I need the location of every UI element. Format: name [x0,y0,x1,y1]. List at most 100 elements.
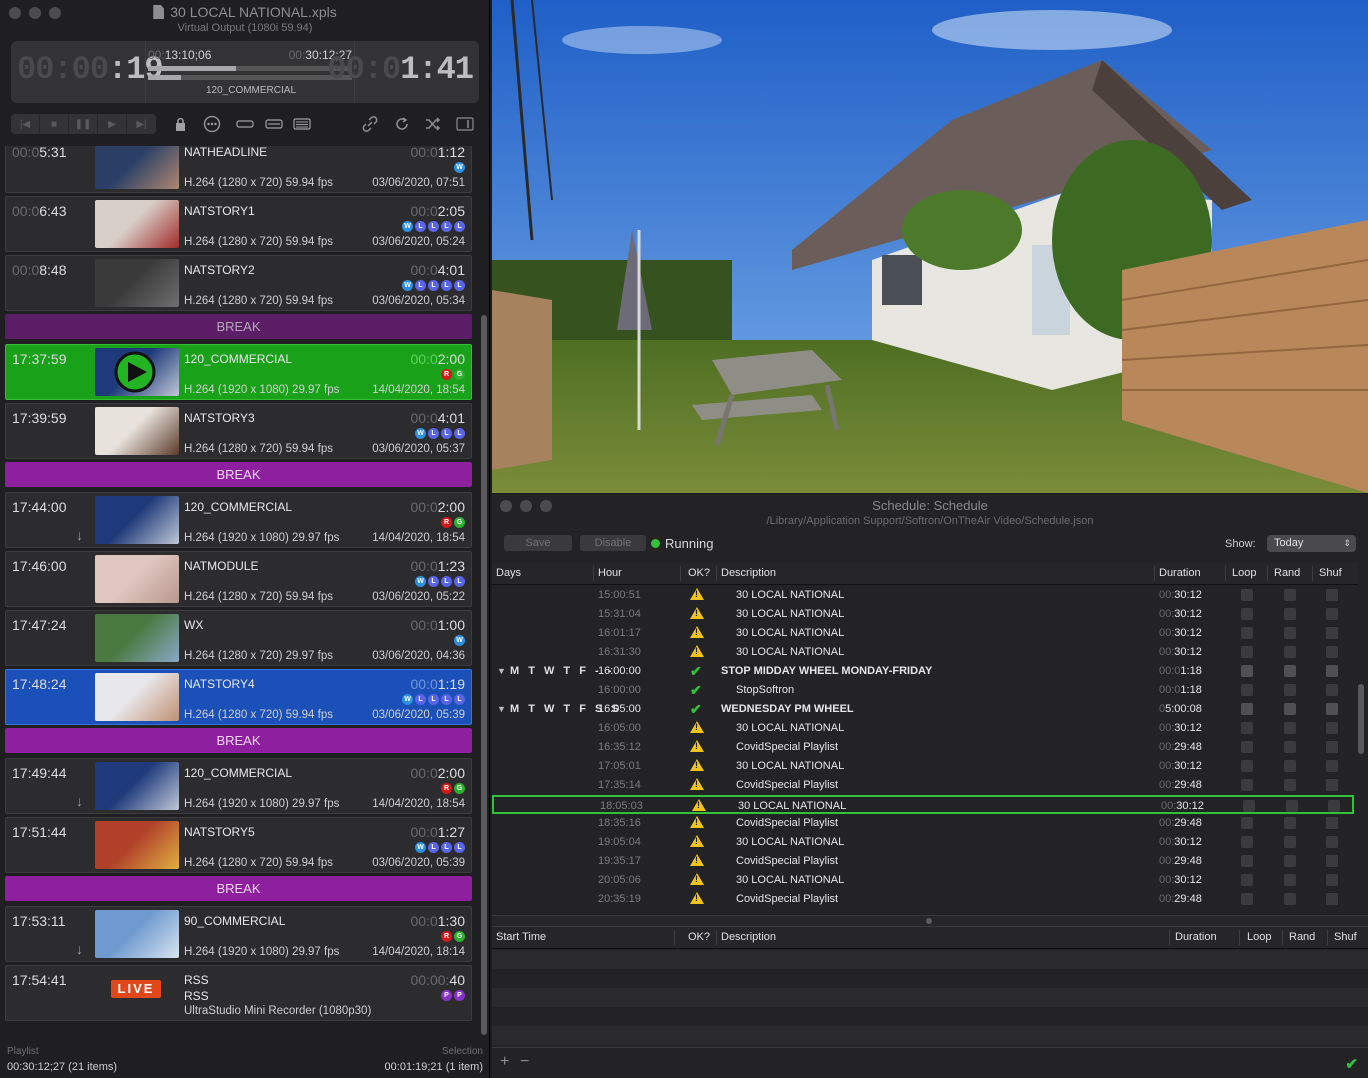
rand-checkbox[interactable] [1284,703,1296,715]
rand-checkbox[interactable] [1284,836,1296,848]
loop-checkbox[interactable] [1241,741,1253,753]
shuf-checkbox[interactable] [1326,722,1338,734]
loop-checkbox[interactable] [1241,646,1253,658]
skip-back-icon[interactable]: |◀ [11,114,40,134]
col-duration-detail[interactable]: Duration [1175,931,1217,943]
playlist-item[interactable]: 17:37:59 120_COMMERCIAL H.264 (1920 x 1080… [5,344,472,400]
shuf-checkbox[interactable] [1326,741,1338,753]
view-list-icon[interactable] [291,115,313,133]
schedule-scrollbar[interactable] [1358,684,1364,754]
col-ok[interactable]: OK? [688,567,710,579]
rand-checkbox[interactable] [1284,722,1296,734]
schedule-row[interactable]: 18:35:16 CovidSpecial Playlist 00:29:48 [492,814,1354,833]
disclosure-triangle-icon[interactable]: ▼ [497,666,506,676]
schedule-row[interactable]: 16:35:12 CovidSpecial Playlist 00:29:48 [492,738,1354,757]
playlist-item[interactable]: 17:39:59 NATSTORY3 H.264 (1280 x 720) 59.9… [5,403,472,459]
rand-checkbox[interactable] [1284,760,1296,772]
schedule-row[interactable]: 19:05:04 30 LOCAL NATIONAL 00:30:12 [492,833,1354,852]
col-days[interactable]: Days [496,567,521,579]
loop-checkbox[interactable] [1241,817,1253,829]
rand-checkbox[interactable] [1284,665,1296,677]
skip-forward-icon[interactable]: ▶| [127,114,156,134]
col-start-time[interactable]: Start Time [496,931,546,943]
col-shuf[interactable]: Shuf [1319,567,1342,579]
disable-button[interactable]: Disable [580,535,646,551]
break-separator[interactable]: BREAK [5,314,472,339]
schedule-row[interactable]: 16:31:30 30 LOCAL NATIONAL 00:30:12 [492,643,1354,662]
schedule-row[interactable]: 16:00:00 ✔ StopSoftron 00:01:18 [492,681,1354,700]
shuf-checkbox[interactable] [1326,893,1338,905]
schedule-row[interactable]: 15:00:51 30 LOCAL NATIONAL 00:30:12 [492,588,1354,605]
schedule-row[interactable]: 15:31:04 30 LOCAL NATIONAL 00:30:12 [492,605,1354,624]
rand-checkbox[interactable] [1284,646,1296,658]
play-icon[interactable]: ▶ [98,114,127,134]
schedule-row[interactable]: 16:05:00 30 LOCAL NATIONAL 00:30:12 [492,719,1354,738]
playlist-item[interactable]: 00:06:43 NATSTORY1 H.264 (1280 x 720) 59.9… [5,196,472,252]
shuf-checkbox[interactable] [1326,779,1338,791]
show-select[interactable]: Today ⇕ [1267,535,1356,552]
playlist-item[interactable]: 00:05:31 NATHEADLINE H.264 (1280 x 720) 59… [5,146,472,193]
loop-checkbox[interactable] [1241,684,1253,696]
col-ok-detail[interactable]: OK? [688,931,710,943]
shuf-checkbox[interactable] [1326,627,1338,639]
rand-checkbox[interactable] [1284,817,1296,829]
stop-icon[interactable]: ■ [40,114,69,134]
rand-checkbox[interactable] [1284,779,1296,791]
shuf-checkbox[interactable] [1326,684,1338,696]
schedule-group-row[interactable]: ▼ M T W T F - -16:00:00 ✔ STOP MIDDAY WHEEL… [492,662,1354,681]
rand-checkbox[interactable] [1284,855,1296,867]
shuffle-icon[interactable] [422,115,444,133]
playlist-list[interactable]: 00:05:31 NATHEADLINE H.264 (1280 x 720) 59… [4,146,474,1042]
shuf-checkbox[interactable] [1326,855,1338,867]
schedule-row[interactable]: 20:35:19 CovidSpecial Playlist 00:29:48 [492,890,1354,909]
disclosure-triangle-icon[interactable]: ▼ [497,704,506,714]
clip-progress-bar[interactable] [148,75,352,80]
repeat-icon[interactable] [391,115,413,133]
playlist-item[interactable]: 00:08:48 NATSTORY2 H.264 (1280 x 720) 59.9… [5,255,472,311]
playlist-item[interactable]: 17:44:00 120_COMMERCIAL H.264 (1920 x 1080… [5,492,472,548]
playlist-progress-bar[interactable] [148,66,352,71]
col-hour[interactable]: Hour [598,567,622,579]
loop-checkbox[interactable] [1241,893,1253,905]
shuf-checkbox[interactable] [1326,703,1338,715]
col-loop[interactable]: Loop [1232,567,1256,579]
loop-checkbox[interactable] [1241,627,1253,639]
remove-button[interactable]: − [520,1053,529,1071]
view-double-icon[interactable] [263,115,285,133]
schedule-row[interactable]: 17:05:01 30 LOCAL NATIONAL 00:30:12 [492,757,1354,776]
schedule-row[interactable]: 16:01:17 30 LOCAL NATIONAL 00:30:12 [492,624,1354,643]
playlist-item[interactable]: 17:51:44 NATSTORY5 H.264 (1280 x 720) 59.9… [5,817,472,873]
rand-checkbox[interactable] [1286,800,1298,812]
shuf-checkbox[interactable] [1326,760,1338,772]
col-loop-detail[interactable]: Loop [1247,931,1271,943]
rand-checkbox[interactable] [1284,741,1296,753]
playlist-item[interactable]: 17:49:44 120_COMMERCIAL H.264 (1920 x 1080… [5,758,472,814]
col-description-detail[interactable]: Description [721,931,776,943]
schedule-row[interactable]: 18:05:03 30 LOCAL NATIONAL 00:30:12 [492,795,1354,814]
rand-checkbox[interactable] [1284,589,1296,601]
pause-icon[interactable]: ❚❚ [69,114,98,134]
save-button[interactable]: Save [504,535,572,551]
split-view-handle[interactable] [492,915,1368,927]
view-single-icon[interactable] [234,115,256,133]
schedule-row[interactable]: 17:35:14 CovidSpecial Playlist 00:29:48 [492,776,1354,795]
shuf-checkbox[interactable] [1326,646,1338,658]
break-separator[interactable]: BREAK [5,876,472,901]
loop-checkbox[interactable] [1241,665,1253,677]
rand-checkbox[interactable] [1284,684,1296,696]
col-duration[interactable]: Duration [1159,567,1201,579]
schedule-rows[interactable]: 15:00:5130 LOCAL NATIONAL00:30:1215:31:0… [492,588,1358,912]
loop-checkbox[interactable] [1241,855,1253,867]
playlist-scrollbar[interactable] [481,315,487,1035]
playlist-item[interactable]: 17:54:41 LIVE RSS RSS UltraStudio Mini Recor… [5,965,472,1021]
playlist-item[interactable]: 17:48:24 NATSTORY4 H.264 (1280 x 720) 59.9… [5,669,472,725]
schedule-row[interactable]: 20:05:06 30 LOCAL NATIONAL 00:30:12 [492,871,1354,890]
more-options-icon[interactable] [201,115,223,133]
col-shuf-detail[interactable]: Shuf [1334,931,1357,943]
loop-checkbox[interactable] [1241,703,1253,715]
col-rand[interactable]: Rand [1274,567,1300,579]
break-separator[interactable]: BREAK [5,462,472,487]
loop-checkbox[interactable] [1241,608,1253,620]
loop-checkbox[interactable] [1241,874,1253,886]
rand-checkbox[interactable] [1284,608,1296,620]
